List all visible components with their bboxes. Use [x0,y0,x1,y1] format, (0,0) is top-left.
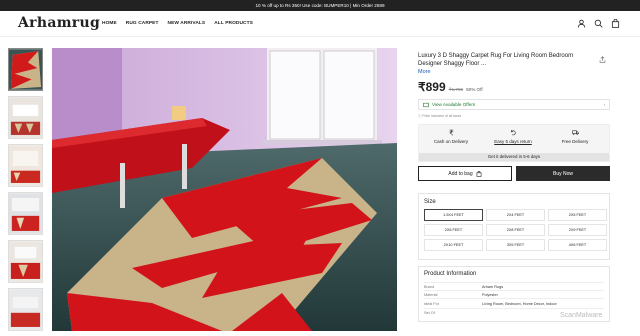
size-option[interactable]: 1.5X4 FEET [424,209,483,221]
info-value: Living Room, Bedroom, Home Decor, Indoor [482,301,557,306]
share-icon[interactable] [599,56,606,63]
thumbnail-gallery [8,48,46,336]
offers-label: View Available Offers [432,102,476,107]
info-row: Material Polyester [424,290,604,298]
size-option[interactable]: 2X5 FEET [548,209,607,221]
main-product-image[interactable] [52,48,397,331]
service-free-delivery: Free Delivery [545,129,605,144]
user-icon[interactable] [577,19,586,28]
service-return-label: Easy 5 days return [494,139,532,144]
tax-note-text: Price inclusive of all taxes [422,114,462,118]
size-option[interactable]: 4X6 FEET [548,239,607,251]
service-cod-label: Cash on Delivery [433,139,469,144]
thumbnail-2[interactable] [8,96,43,139]
bag-icon [476,170,481,177]
thumbnail-4[interactable] [8,192,43,235]
more-link[interactable]: More [418,69,610,75]
truck-icon [571,130,579,135]
site-header: Arhamrug HOME RUG CARPET NEW ARRIVALS AL… [0,11,640,37]
service-cod: Cash on Delivery [421,129,481,144]
original-price: ₹1,799 [448,87,464,92]
price-row: ₹899 ₹1,799 50% Off [418,80,610,94]
size-option[interactable]: 2X9 FEET [548,224,607,236]
services-box: Cash on Delivery Easy 5 days return Free… [418,124,610,162]
buy-now-button[interactable]: Buy Now [516,166,610,181]
info-row: Ideal For Living Room, Bedroom, Home Dec… [424,298,604,308]
thumbnail-6[interactable] [8,288,43,331]
header-icons [577,19,620,28]
search-icon[interactable] [594,19,603,28]
nav-new-arrivals[interactable]: NEW ARRIVALS [168,21,206,26]
nav-all-products[interactable]: ALL PRODUCTS [214,21,253,26]
thumbnail-3[interactable] [8,144,43,187]
size-selector: Size 1.5X4 FEET 2X4 FEET 2X5 FEET 2X6 FE… [418,193,610,260]
product-info-heading: Product Information [424,271,477,277]
thumbnail-5[interactable] [8,240,43,283]
service-return[interactable]: Easy 5 days return [483,129,543,144]
nav-home[interactable]: HOME [102,21,117,26]
view-offers-button[interactable]: View Available Offers › [418,99,610,110]
info-key: Ideal For [424,301,439,306]
bag-icon[interactable] [611,19,620,28]
tag-icon [423,102,429,107]
info-value: Arham Rugs [482,284,504,289]
rupee-icon [448,129,453,136]
thumbnail-1[interactable] [8,48,43,91]
delivery-estimate: Get it delivered in 5-6 days [419,153,609,161]
return-icon [510,130,516,136]
product-title: Luxury 3 D Shaggy Carpet Rug For Living … [418,53,574,67]
size-option[interactable]: 2X8 FEET [486,224,545,236]
size-option[interactable]: 2X4 FEET [486,209,545,221]
discount-badge: 50% Off [466,87,483,92]
main-nav: HOME RUG CARPET NEW ARRIVALS ALL PRODUCT… [102,21,253,26]
size-option[interactable]: 2X6 FEET [424,224,483,236]
info-row: Brand Arham Rugs [424,282,604,290]
tax-note: ⓘ Price inclusive of all taxes [418,113,610,118]
watermark: ScanMalware [560,312,603,319]
info-key: Material [424,292,438,297]
sale-price: ₹899 [418,80,446,94]
size-heading: Size [424,199,436,205]
chevron-right-icon: › [603,102,605,107]
action-buttons: Add to bag Buy Now [418,166,610,181]
promo-banner: 10 % off up to Rs 350! Use code: BUMPER1… [0,0,640,11]
info-key: Brand [424,284,435,289]
nav-rug-carpet[interactable]: RUG CARPET [126,21,159,26]
size-options: 1.5X4 FEET 2X4 FEET 2X5 FEET 2X6 FEET 2X… [424,209,607,251]
add-to-bag-label: Add to bag [448,170,473,177]
brand-logo[interactable]: Arhamrug [18,15,100,31]
product-info-panel: Luxury 3 D Shaggy Carpet Rug For Living … [418,52,610,322]
info-value: Polyester [482,292,498,297]
service-free-delivery-label: Free Delivery [561,139,589,144]
size-option[interactable]: 2X10 FEET [424,239,483,251]
add-to-bag-button[interactable]: Add to bag [418,166,512,181]
size-option[interactable]: 3X5 FEET [486,239,545,251]
info-key: Set Of [424,310,435,315]
